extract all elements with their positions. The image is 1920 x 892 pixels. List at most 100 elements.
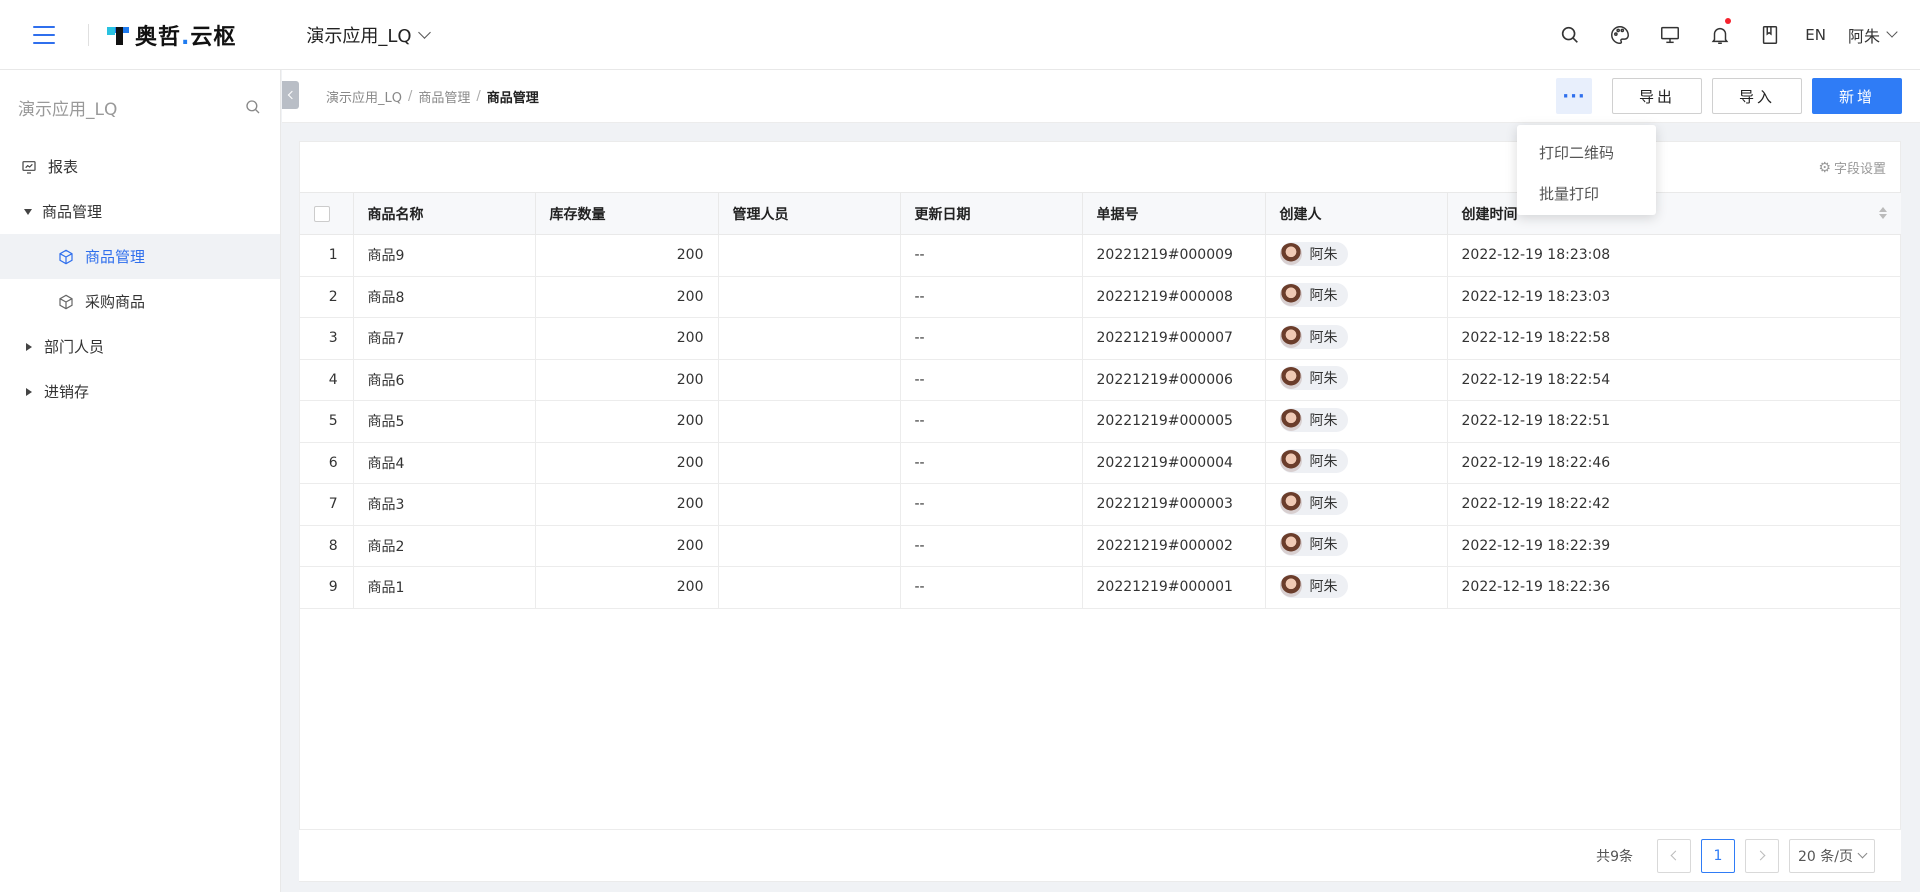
page-size-select[interactable]: 20 条/页	[1789, 838, 1875, 873]
list-card: ⚙ 字段设置 商品名称 库存数量 管理人员 更新日期 单据号 创建人 创建时间 …	[299, 141, 1901, 882]
sidebar-item-label: 报表	[48, 158, 79, 176]
app-switcher[interactable]: 演示应用_LQ	[306, 22, 431, 48]
menu-item-print-qrcode[interactable]: 打印二维码	[1517, 133, 1656, 174]
avatar	[1279, 408, 1302, 431]
docs-button[interactable]	[1745, 0, 1795, 70]
sidebar-group-goods[interactable]: 商品管理	[0, 189, 280, 234]
creator-tag[interactable]: 阿朱	[1279, 573, 1348, 598]
cell-manager	[718, 525, 901, 567]
search-icon[interactable]	[244, 98, 262, 116]
cell-updated: --	[900, 566, 1083, 609]
breadcrumb-separator: /	[476, 88, 481, 104]
table-row[interactable]: 3 商品7 200 -- 20221219#000007 阿朱 2022-12-19 18:…	[300, 317, 1901, 360]
monitor-icon	[1661, 26, 1680, 43]
sidebar-search[interactable]: 演示应用_LQ	[0, 70, 280, 144]
row-index: 6	[300, 442, 354, 484]
column-header[interactable]: 管理人员	[718, 192, 901, 235]
export-button[interactable]: 导出	[1612, 78, 1702, 114]
cell-updated: --	[900, 400, 1083, 443]
theme-button[interactable]	[1595, 0, 1645, 70]
sidebar-item-purchase[interactable]: 采购商品	[0, 279, 280, 324]
sidebar-item-label: 商品管理	[42, 203, 103, 221]
next-page-button[interactable]	[1745, 838, 1779, 873]
page-button[interactable]: 1	[1701, 838, 1735, 873]
avatar	[1279, 284, 1302, 307]
sidebar-item-goods-management[interactable]: 商品管理	[0, 234, 280, 279]
row-index: 9	[300, 566, 354, 609]
caret-down-icon	[24, 208, 32, 215]
column-header[interactable]: 创建人	[1265, 192, 1448, 235]
sort-icon[interactable]	[1879, 207, 1887, 219]
language-switch[interactable]: EN	[1805, 26, 1826, 44]
breadcrumb-item[interactable]: 商品管理	[418, 87, 470, 106]
breadcrumb-item[interactable]: 演示应用_LQ	[326, 87, 402, 106]
table-row[interactable]: 9 商品1 200 -- 20221219#000001 阿朱 2022-12-19 18:…	[300, 566, 1901, 609]
row-index: 8	[300, 525, 354, 567]
sidebar-item-label: 进销存	[44, 383, 90, 401]
add-button[interactable]: 新增	[1812, 78, 1902, 114]
notifications-button[interactable]	[1695, 0, 1745, 70]
sidebar-group-inventory[interactable]: 进销存	[0, 369, 280, 414]
table-row[interactable]: 1 商品9 200 -- 20221219#000009 阿朱 2022-12-19 18:…	[300, 234, 1901, 277]
breadcrumb: 演示应用_LQ / 商品管理 / 商品管理	[326, 87, 539, 106]
breadcrumb-separator: /	[407, 88, 413, 104]
cell-qty: 200	[535, 359, 719, 401]
creator-tag[interactable]: 阿朱	[1279, 324, 1348, 349]
table-row[interactable]: 7 商品3 200 -- 20221219#000003 阿朱 2022-12-19 18:…	[300, 483, 1901, 526]
creator-name: 阿朱	[1309, 537, 1338, 554]
cell-doc-number: 20221219#000004	[1082, 442, 1266, 484]
cell-updated: --	[900, 234, 1083, 277]
sidebar-item-label: 部门人员	[44, 338, 105, 356]
user-menu[interactable]: 阿朱	[1847, 23, 1898, 47]
column-header[interactable]: 单据号	[1082, 192, 1266, 235]
import-button[interactable]: 导入	[1712, 78, 1802, 114]
more-button[interactable]: ···	[1556, 78, 1592, 114]
sidebar-collapse-button[interactable]	[282, 81, 299, 109]
header-actions: EN 阿朱	[1545, 0, 1920, 70]
creator-tag[interactable]: 阿朱	[1279, 490, 1348, 515]
table-header-row: 商品名称 库存数量 管理人员 更新日期 单据号 创建人 创建时间	[300, 192, 1901, 235]
creator-tag[interactable]: 阿朱	[1279, 366, 1348, 391]
toolbar: ··· 导出 导入 新增	[1556, 78, 1920, 114]
creator-tag[interactable]: 阿朱	[1279, 241, 1348, 266]
column-header-created[interactable]: 创建时间	[1447, 192, 1901, 235]
column-header[interactable]: 商品名称	[353, 192, 536, 235]
menu-toggle-button[interactable]	[0, 0, 88, 70]
creator-tag[interactable]: 阿朱	[1279, 449, 1348, 474]
creator-name: 阿朱	[1309, 495, 1338, 512]
column-header[interactable]: 库存数量	[535, 192, 719, 235]
creator-tag[interactable]: 阿朱	[1279, 532, 1348, 557]
column-header[interactable]: 更新日期	[900, 192, 1083, 235]
table-row[interactable]: 5 商品5 200 -- 20221219#000005 阿朱 2022-12-19 18:…	[300, 400, 1901, 443]
cell-name: 商品9	[353, 234, 536, 277]
field-settings-button[interactable]: ⚙ 字段设置	[1818, 158, 1886, 178]
sidebar-group-department[interactable]: 部门人员	[0, 324, 280, 369]
avatar	[1279, 533, 1302, 556]
cell-qty: 200	[535, 400, 719, 443]
cell-name: 商品6	[353, 359, 536, 401]
desktop-button[interactable]	[1645, 0, 1695, 70]
hamburger-icon	[33, 25, 55, 44]
select-all-cell	[300, 192, 354, 235]
creator-tag[interactable]: 阿朱	[1279, 283, 1348, 308]
user-name: 阿朱	[1847, 26, 1880, 46]
menu-item-batch-print[interactable]: 批量打印	[1517, 174, 1656, 215]
table-row[interactable]: 4 商品6 200 -- 20221219#000006 阿朱 2022-12-19 18:…	[300, 359, 1901, 401]
select-all-checkbox[interactable]	[314, 205, 330, 222]
row-index: 1	[300, 234, 354, 277]
cell-updated: --	[900, 442, 1083, 484]
table-row[interactable]: 8 商品2 200 -- 20221219#000002 阿朱 2022-12-19 18:…	[300, 525, 1901, 567]
cell-qty: 200	[535, 276, 719, 318]
sidebar-item-report[interactable]: 报表	[0, 144, 280, 189]
palette-icon	[1611, 25, 1630, 44]
prev-page-button[interactable]	[1657, 838, 1691, 873]
page-size-value: 20 条/页	[1798, 848, 1853, 865]
cell-doc-number: 20221219#000005	[1082, 400, 1266, 443]
gear-icon: ⚙	[1818, 159, 1831, 176]
cell-doc-number: 20221219#000002	[1082, 525, 1266, 567]
cell-manager	[718, 276, 901, 318]
creator-tag[interactable]: 阿朱	[1279, 407, 1348, 432]
table-row[interactable]: 2 商品8 200 -- 20221219#000008 阿朱 2022-12-19 18:…	[300, 276, 1901, 318]
table-row[interactable]: 6 商品4 200 -- 20221219#000004 阿朱 2022-12-19 18:…	[300, 442, 1901, 484]
search-button[interactable]	[1545, 0, 1595, 70]
